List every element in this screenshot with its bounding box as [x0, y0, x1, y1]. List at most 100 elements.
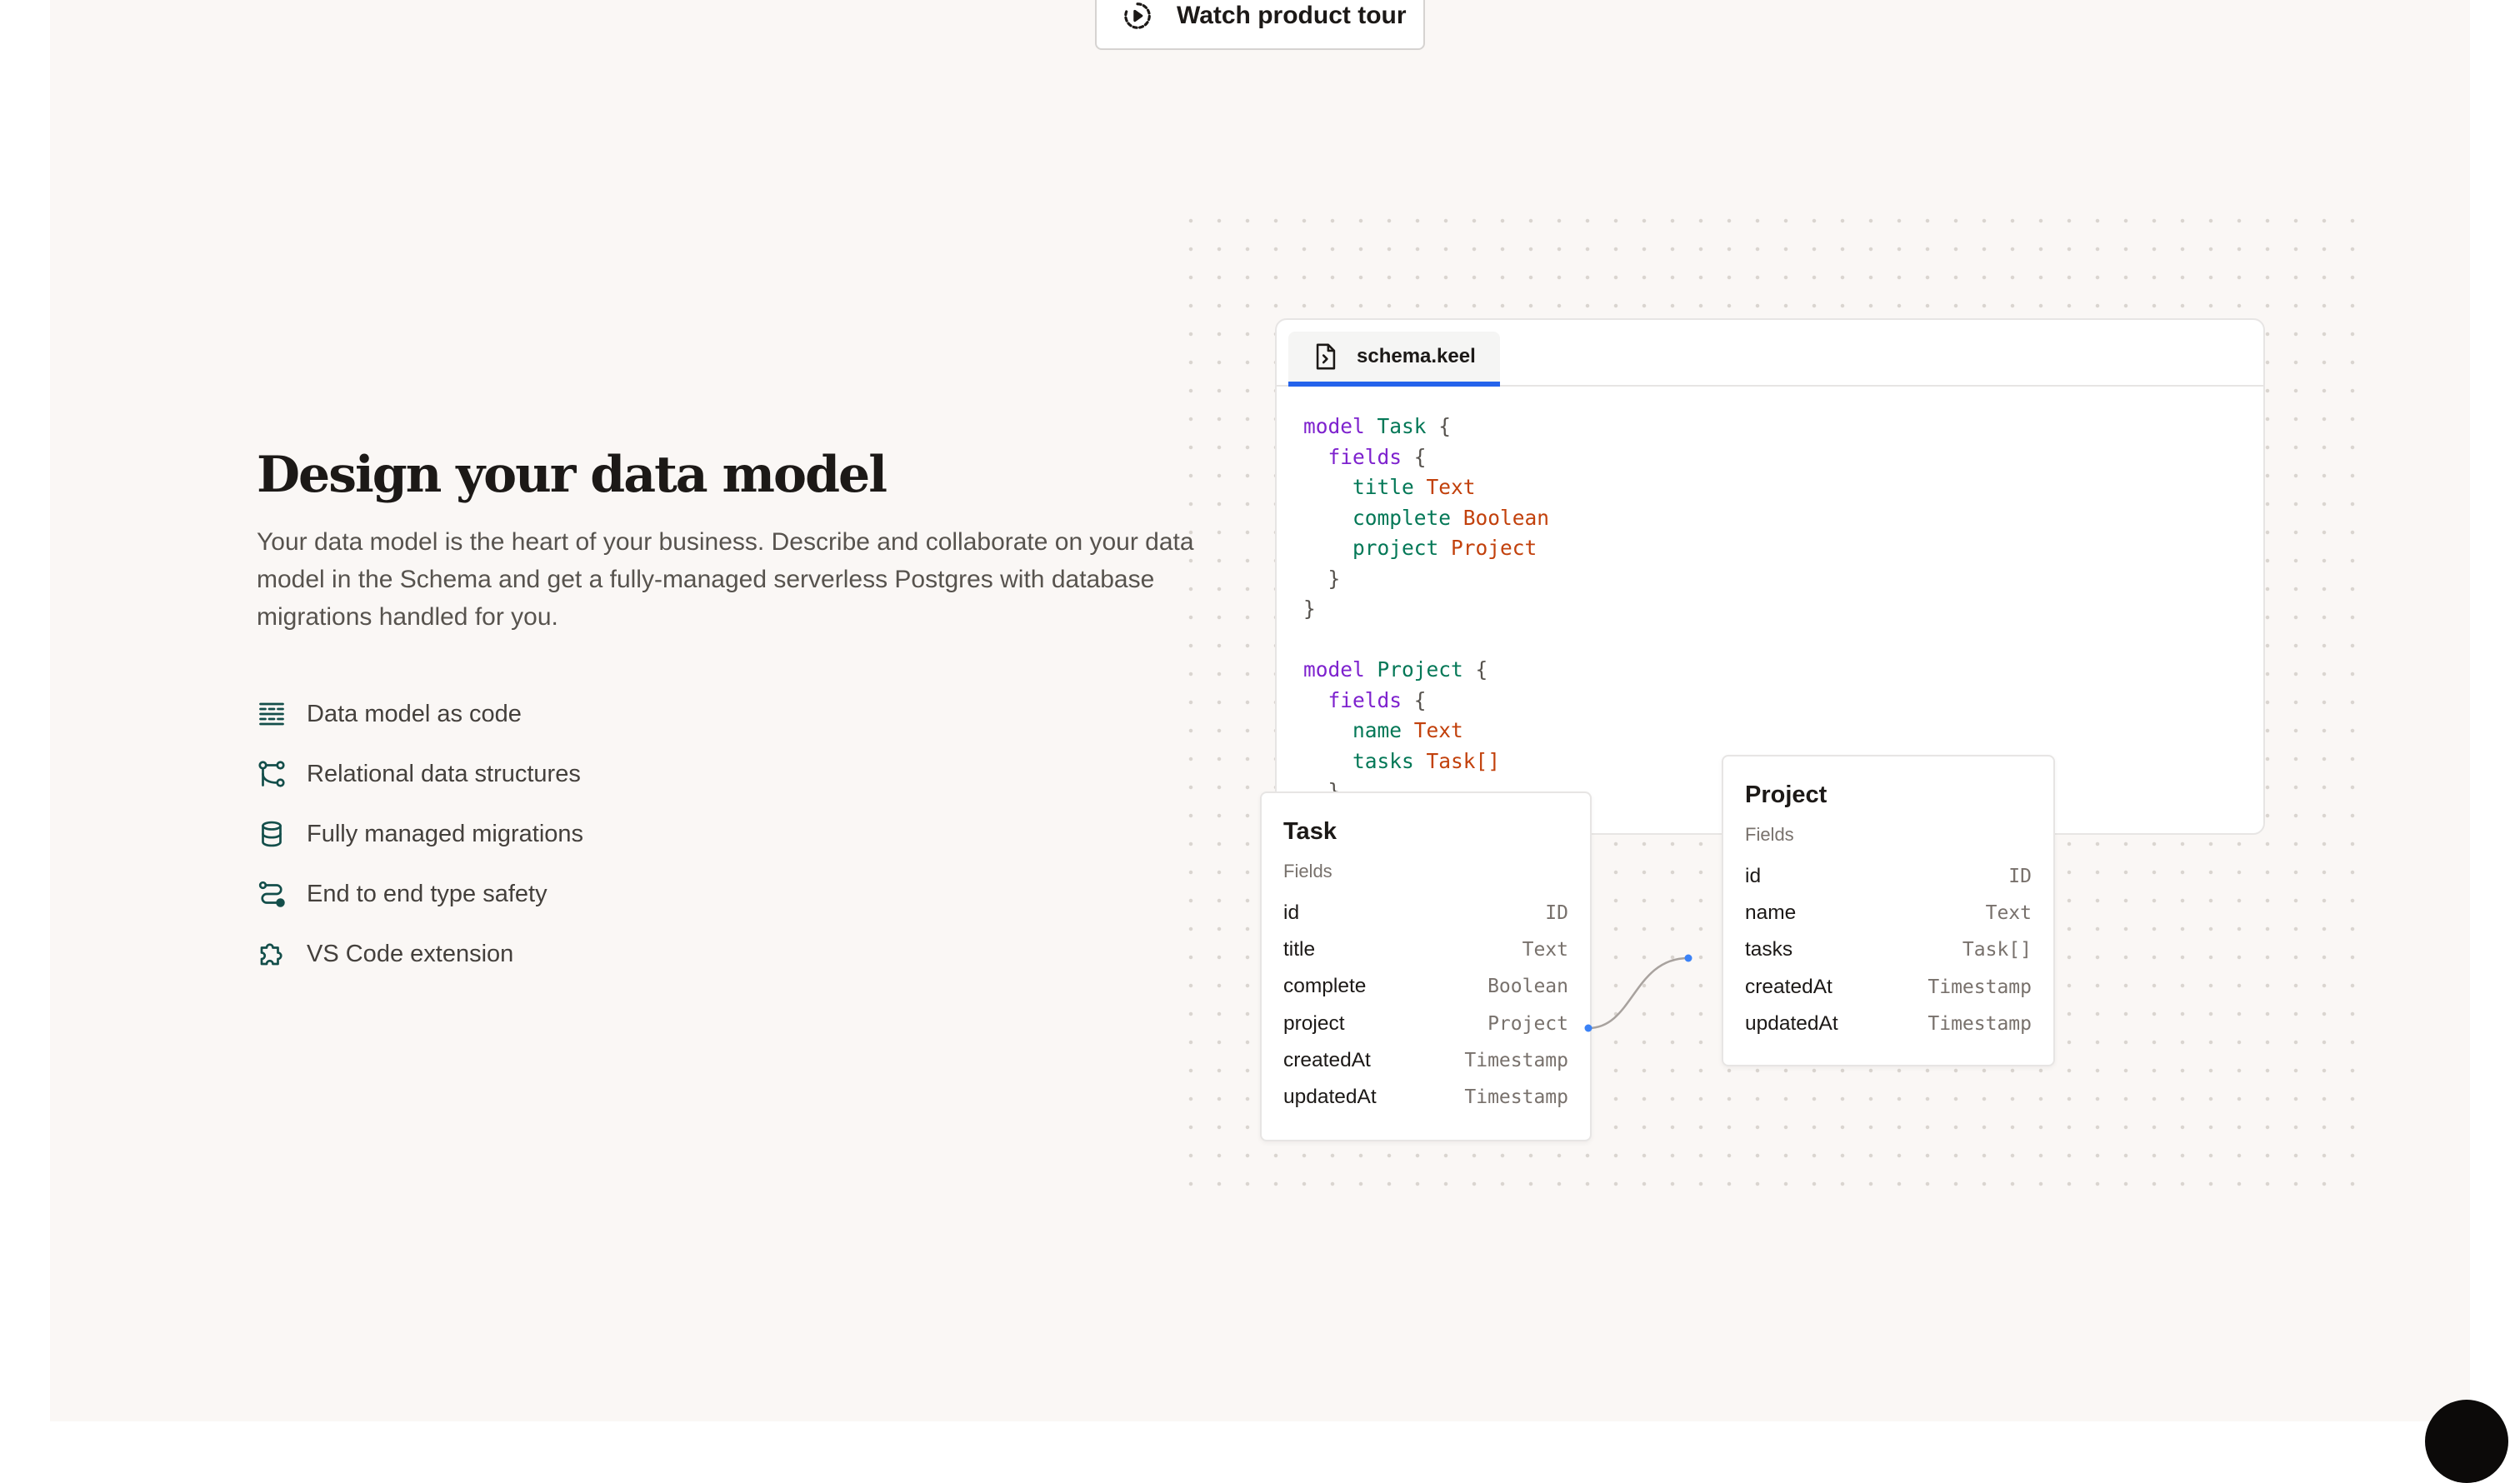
field-type: Text	[1522, 939, 1568, 961]
code-token: complete	[1352, 505, 1452, 530]
feature-item-managed-migrations: Fully managed migrations	[257, 804, 1240, 864]
code-token: }	[1303, 566, 1341, 591]
field-row: updatedAt Timestamp	[1283, 1079, 1568, 1116]
model-subtitle: Fields	[1283, 861, 1332, 881]
feature-item-type-safety: End to end type safety	[257, 864, 1240, 924]
puzzle-icon	[260, 943, 282, 966]
project-model-card[interactable]: Project Fields id ID name Text tasks Task[] cr…	[1722, 755, 2055, 1066]
field-name: id	[1283, 901, 1300, 925]
field-type: Project	[1488, 1012, 1568, 1035]
code-token: {	[1462, 657, 1488, 682]
tab-label: schema.keel	[1357, 345, 1476, 367]
code-token: Project	[1377, 657, 1463, 682]
field-name: tasks	[1745, 938, 1793, 961]
code-token: model	[1303, 414, 1378, 438]
editor-tab-bar: schema.keel	[1277, 320, 2263, 387]
code-token: fields	[1328, 687, 1402, 712]
field-type: Timestamp	[1464, 1086, 1568, 1109]
feature-item-relational-data: Relational data structures	[257, 744, 1240, 804]
field-name: title	[1283, 938, 1316, 961]
field-name: createdAt	[1745, 975, 1832, 998]
field-row: complete Boolean	[1283, 968, 1568, 1005]
code-token: Text	[1426, 475, 1476, 499]
field-row: title Text	[1283, 931, 1568, 968]
model-subtitle: Fields	[1745, 824, 1794, 845]
field-type: Text	[1985, 902, 2032, 925]
code-token: Boolean	[1462, 505, 1550, 530]
watch-product-tour-button[interactable]: Watch product tour	[1095, 0, 1425, 50]
field-type: Boolean	[1488, 976, 1568, 998]
project-field-list: id ID name Text tasks Task[] createdAt Timestam…	[1745, 858, 2032, 1042]
code-token: tasks	[1352, 748, 1414, 773]
field-type: ID	[1545, 902, 1568, 925]
code-token: title	[1352, 475, 1414, 499]
field-type: Task[]	[1962, 939, 2032, 961]
code-token: }	[1303, 597, 1316, 621]
section-title: Design your data model	[257, 446, 888, 504]
database-icon	[262, 821, 282, 847]
file-code-icon	[1316, 343, 1336, 370]
page-section: Watch product tour Design your data mode…	[50, 0, 2470, 1421]
task-model-card[interactable]: Task Fields id ID title Text complete Boolean…	[1260, 791, 1592, 1141]
feature-label: VS Code extension	[307, 940, 514, 967]
field-type: Timestamp	[1464, 1049, 1568, 1071]
code-token: Text	[1413, 718, 1463, 742]
connector-start-dot	[1584, 1024, 1592, 1032]
model-title: Task	[1283, 818, 1337, 845]
field-type: ID	[2008, 866, 2032, 888]
code-grid-icon	[259, 702, 284, 726]
relations-icon	[258, 761, 285, 787]
field-name: updatedAt	[1283, 1086, 1377, 1109]
code-token: Project	[1451, 536, 1538, 560]
code-token: {	[1402, 444, 1427, 469]
field-row: tasks Task[]	[1745, 931, 2032, 968]
play-circle-icon	[1124, 2, 1151, 29]
code-token: model	[1303, 657, 1378, 682]
field-name: createdAt	[1283, 1048, 1371, 1071]
code-token: {	[1426, 414, 1452, 438]
field-row: createdAt Timestamp	[1745, 969, 2032, 1006]
tab-schema-keel[interactable]: schema.keel	[1288, 332, 1500, 387]
floating-action-button[interactable]	[2425, 1400, 2508, 1483]
field-row: createdAt Timestamp	[1283, 1042, 1568, 1079]
field-name: complete	[1283, 975, 1367, 998]
schema-code: model Task { fields { title Text complet…	[1303, 412, 1549, 807]
task-field-list: id ID title Text complete Boolean project Proje…	[1283, 895, 1568, 1116]
field-row: id ID	[1283, 895, 1568, 931]
field-name: project	[1283, 1011, 1345, 1035]
feature-label: Fully managed migrations	[307, 820, 584, 847]
model-title: Project	[1745, 781, 1828, 808]
connector-end-dot	[1684, 954, 1692, 962]
feature-item-vscode-extension: VS Code extension	[257, 924, 1240, 984]
code-token: Task[]	[1426, 748, 1501, 773]
field-row: name Text	[1745, 895, 2032, 931]
field-row: project Project	[1283, 1006, 1568, 1042]
feature-label: End to end type safety	[307, 880, 548, 907]
feature-list: Data model as code Relational data struc…	[257, 684, 1240, 984]
code-token: {	[1402, 687, 1427, 712]
field-name: id	[1745, 865, 1762, 888]
watch-product-tour-label: Watch product tour	[1177, 2, 1407, 29]
relation-connector	[1584, 954, 1692, 1032]
code-token: project	[1352, 536, 1439, 560]
field-name: name	[1745, 901, 1797, 925]
feature-label: Relational data structures	[307, 760, 581, 787]
section-description: Your data model is the heart of your bus…	[257, 528, 1194, 631]
code-token: Task	[1377, 414, 1427, 438]
field-type: Timestamp	[1928, 1012, 2032, 1035]
field-name: updatedAt	[1745, 1011, 1838, 1035]
code-token: name	[1352, 718, 1402, 742]
field-row: id ID	[1745, 858, 2032, 895]
field-row: updatedAt Timestamp	[1745, 1006, 2032, 1042]
feature-label: Data model as code	[307, 700, 522, 727]
